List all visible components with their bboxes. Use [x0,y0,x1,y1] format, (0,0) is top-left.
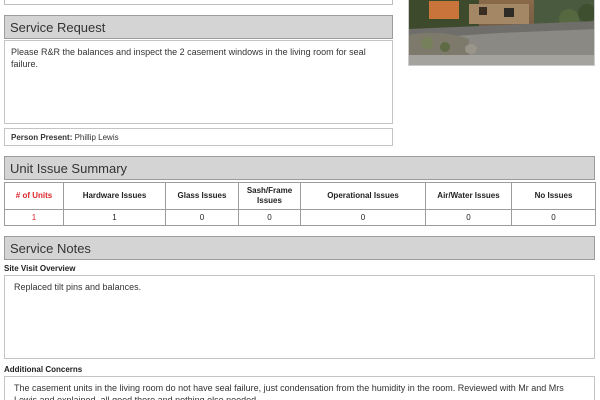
site-visit-label: Site Visit Overview [4,264,76,273]
value-units: 1 [4,209,64,226]
value-glass: 0 [165,209,239,226]
house-photo [408,0,595,66]
col-header-units: # of Units [4,182,64,210]
additional-concerns-textbox[interactable]: The casement units in the living room do… [4,376,595,400]
col-header-sash-frame: Sash/Frame Issues [238,182,301,210]
unit-issue-table: # of Units Hardware Issues Glass Issues … [4,182,596,226]
service-notes-title: Service Notes [10,240,91,256]
house-photo-image [409,0,594,65]
additional-concerns-label: Additional Concerns [4,365,83,374]
service-request-header: Service Request [4,15,393,39]
col-header-hardware: Hardware Issues [63,182,166,210]
col-header-no-issues: No Issues [511,182,596,210]
value-sash-frame: 0 [238,209,301,226]
service-request-title: Service Request [10,19,106,35]
person-present-label: Person Present: [11,133,73,142]
additional-concerns-text: The casement units in the living room do… [14,383,564,400]
col-header-operational: Operational Issues [300,182,426,210]
value-no-issues: 0 [511,209,596,226]
person-present-value: Phillip Lewis [74,133,119,142]
person-present-box: Person Present: Phillip Lewis [4,128,393,146]
previous-section-box [4,0,393,5]
value-hardware: 1 [63,209,166,226]
unit-issue-value-row: 1 1 0 0 0 0 0 [4,209,596,226]
value-operational: 0 [300,209,426,226]
col-header-air-water: Air/Water Issues [425,182,512,210]
unit-issue-summary-title: Unit Issue Summary [10,160,128,176]
unit-issue-header-row: # of Units Hardware Issues Glass Issues … [4,182,596,210]
service-request-textbox[interactable]: Please R&R the balances and inspect the … [4,40,393,124]
service-request-text: Please R&R the balances and inspect the … [11,47,366,69]
value-air-water: 0 [425,209,512,226]
service-notes-header: Service Notes [4,236,595,260]
site-visit-textbox[interactable]: Replaced tilt pins and balances. [4,275,595,359]
unit-issue-summary-header: Unit Issue Summary [4,156,595,180]
col-header-glass: Glass Issues [165,182,239,210]
site-visit-text: Replaced tilt pins and balances. [14,282,142,292]
